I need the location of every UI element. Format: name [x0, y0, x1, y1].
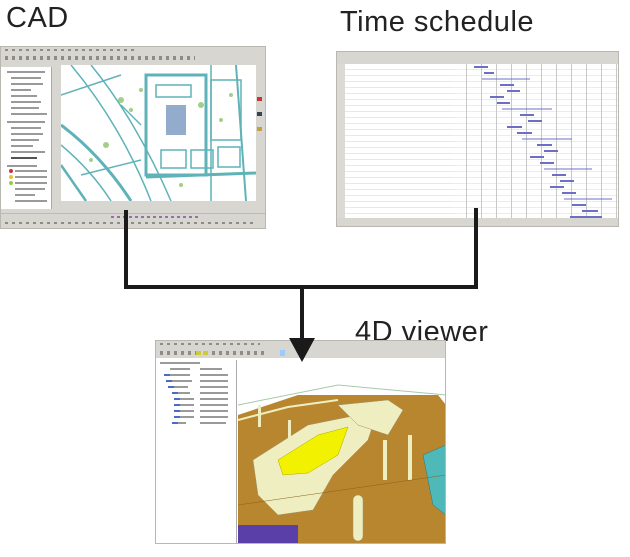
- gantt-task-list: [337, 64, 452, 218]
- time-schedule-screenshot: [336, 51, 619, 227]
- time-schedule-label: Time schedule: [340, 6, 535, 38]
- 3d-building-model: [238, 384, 445, 543]
- cad-statusbar: [1, 213, 265, 228]
- status-overlay: [238, 525, 298, 543]
- viewer-object-tree: [156, 360, 237, 543]
- viewer-toolbar: [156, 348, 445, 358]
- cad-menubar: [1, 47, 265, 54]
- gantt-bars: [474, 66, 612, 218]
- viewer-menubar: [156, 341, 445, 348]
- gantt-chart-area: [452, 64, 618, 218]
- cad-toolbar: [1, 54, 265, 62]
- site-plan-drawing: [61, 65, 256, 201]
- viewer-3d-canvas: [238, 365, 445, 543]
- cad-layer-panel: [1, 67, 52, 209]
- cad-label: CAD: [6, 2, 69, 34]
- cad-right-toolbar: [256, 67, 263, 197]
- 4d-viewer-screenshot: [155, 340, 446, 544]
- cad-screenshot: [0, 46, 266, 229]
- cad-drawing-canvas: [61, 65, 256, 201]
- gantt-scrollbar[interactable]: [337, 218, 618, 226]
